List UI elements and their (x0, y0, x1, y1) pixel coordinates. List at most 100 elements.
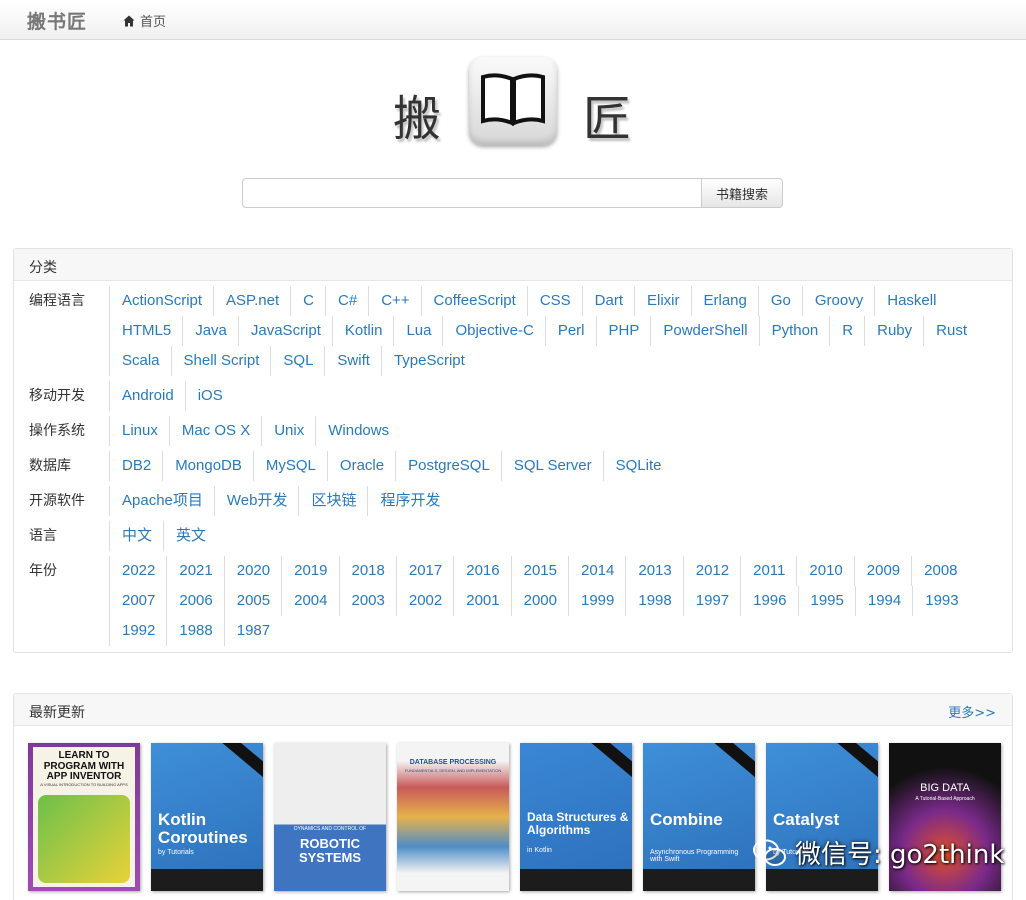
search-button[interactable]: 书籍搜索 (701, 178, 783, 208)
category-link[interactable]: Lua (393, 316, 442, 346)
book-cover-footer (643, 869, 755, 891)
category-link[interactable]: CoffeeScript (420, 286, 527, 316)
category-link[interactable]: 2017 (395, 556, 453, 586)
category-link[interactable]: 2012 (682, 556, 740, 586)
category-link[interactable]: Mac OS X (168, 416, 261, 446)
book-cover[interactable]: ROBOTIC SYSTEMS DYNAMICS AND CONTROL OF (274, 743, 386, 891)
category-link[interactable]: Windows (315, 416, 400, 446)
category-link[interactable]: SQL (270, 346, 324, 376)
category-link[interactable]: 中文 (109, 521, 163, 551)
brand-logo-text[interactable]: 搬书匠 (27, 7, 87, 34)
category-link[interactable]: 1994 (854, 586, 912, 616)
category-link[interactable]: DB2 (109, 451, 162, 481)
category-link[interactable]: C++ (368, 286, 420, 316)
category-link[interactable]: SQLite (602, 451, 673, 481)
category-link[interactable]: 程序开发 (367, 486, 451, 516)
search-input[interactable] (242, 178, 701, 208)
book-cover-title: DATABASE PROCESSING (409, 759, 497, 766)
category-link[interactable]: 2021 (166, 556, 223, 586)
category-link-label: MongoDB (175, 457, 242, 474)
book-cover[interactable]: LEARN TO PROGRAM WITH APP INVENTOR A VISU… (28, 743, 140, 891)
nav-home-link[interactable]: 首页 (123, 11, 166, 30)
category-link[interactable]: Linux (109, 416, 169, 446)
category-link[interactable]: Go (757, 286, 802, 316)
category-link[interactable]: Haskell (874, 286, 947, 316)
category-link[interactable]: 区块链 (298, 486, 367, 516)
category-link[interactable]: ActionScript (109, 286, 213, 316)
category-link[interactable]: 2001 (453, 586, 510, 616)
category-link[interactable]: 2003 (338, 586, 396, 616)
category-link[interactable]: Web开发 (213, 486, 299, 516)
category-link[interactable]: Dart (581, 286, 634, 316)
category-link[interactable]: Android (109, 381, 185, 411)
category-link[interactable]: Java (182, 316, 238, 346)
category-link[interactable]: 2009 (853, 556, 911, 586)
category-link[interactable]: 2010 (796, 556, 853, 586)
category-link[interactable]: ASP.net (213, 286, 290, 316)
category-link[interactable]: 2019 (281, 556, 338, 586)
category-link[interactable]: 2002 (395, 586, 453, 616)
category-link[interactable]: 1997 (682, 586, 740, 616)
book-cover[interactable]: Kotlin Coroutines by Tutorials (151, 743, 263, 891)
category-link[interactable]: 2022 (109, 556, 166, 586)
category-link[interactable]: SQL Server (500, 451, 603, 481)
category-link[interactable]: R (829, 316, 864, 346)
category-link[interactable]: 1996 (740, 586, 797, 616)
category-link[interactable]: Scala (109, 346, 171, 376)
category-link[interactable]: 英文 (163, 521, 217, 551)
category-link[interactable]: 2007 (109, 586, 166, 616)
category-link[interactable]: C (290, 286, 325, 316)
category-link[interactable]: Rust (923, 316, 978, 346)
category-link[interactable]: 1995 (797, 586, 855, 616)
category-link[interactable]: 2008 (911, 556, 968, 586)
category-link[interactable]: Perl (544, 316, 596, 346)
category-link-label: 2000 (523, 592, 557, 609)
category-link[interactable]: 2020 (223, 556, 281, 586)
category-link[interactable]: 2011 (740, 556, 796, 586)
category-link[interactable]: Python (758, 316, 830, 346)
category-link-label: Web开发 (226, 492, 288, 509)
category-link[interactable]: PostgreSQL (395, 451, 501, 481)
category-link[interactable]: 1993 (912, 586, 969, 616)
category-link[interactable]: 2004 (281, 586, 338, 616)
category-link[interactable]: 1988 (166, 616, 223, 646)
category-link[interactable]: JavaScript (237, 316, 332, 346)
category-link[interactable]: Unix (261, 416, 315, 446)
category-link[interactable]: 1998 (625, 586, 682, 616)
category-link[interactable]: 1987 (223, 616, 281, 646)
category-link[interactable]: 1999 (568, 586, 625, 616)
category-link[interactable]: Ruby (864, 316, 923, 346)
category-link[interactable]: Kotlin (331, 316, 394, 346)
category-link[interactable]: 2014 (568, 556, 625, 586)
category-link[interactable]: iOS (184, 381, 234, 411)
category-link[interactable]: MySQL (252, 451, 327, 481)
category-link[interactable]: 2006 (166, 586, 223, 616)
category-link[interactable]: Erlang (690, 286, 758, 316)
category-link[interactable]: 2013 (625, 556, 682, 586)
category-link[interactable]: 2018 (338, 556, 396, 586)
category-link[interactable]: MongoDB (162, 451, 253, 481)
category-link[interactable]: PHP (595, 316, 651, 346)
category-link[interactable]: Shell Script (170, 346, 271, 376)
book-cover[interactable]: Combine Asynchronous Programming with Swi… (643, 743, 755, 891)
category-link[interactable]: 2005 (223, 586, 281, 616)
category-link[interactable]: PowderShell (650, 316, 758, 346)
category-link[interactable]: 2015 (510, 556, 568, 586)
category-link[interactable]: Objective-C (442, 316, 544, 346)
category-link[interactable]: 2016 (453, 556, 510, 586)
category-link[interactable]: 1992 (109, 616, 166, 646)
category-link[interactable]: TypeScript (380, 346, 476, 376)
category-link[interactable]: Elixir (634, 286, 691, 316)
category-link[interactable]: Apache项目 (109, 486, 214, 516)
category-link[interactable]: CSS (526, 286, 582, 316)
category-link[interactable]: C# (325, 286, 368, 316)
category-link[interactable]: Oracle (326, 451, 395, 481)
book-cover[interactable]: Data Structures & Algorithms in Kotlin (520, 743, 632, 891)
more-link[interactable]: 更多>> (948, 702, 996, 721)
category-link[interactable]: HTML5 (109, 316, 182, 346)
book-cover[interactable]: DATABASE PROCESSING FUNDAMENTALS, DESIGN,… (397, 743, 509, 891)
category-link[interactable]: Groovy (801, 286, 874, 316)
category-link[interactable]: Swift (324, 346, 381, 376)
category-link[interactable]: 2000 (510, 586, 568, 616)
category-link-label: 1992 (122, 622, 156, 639)
